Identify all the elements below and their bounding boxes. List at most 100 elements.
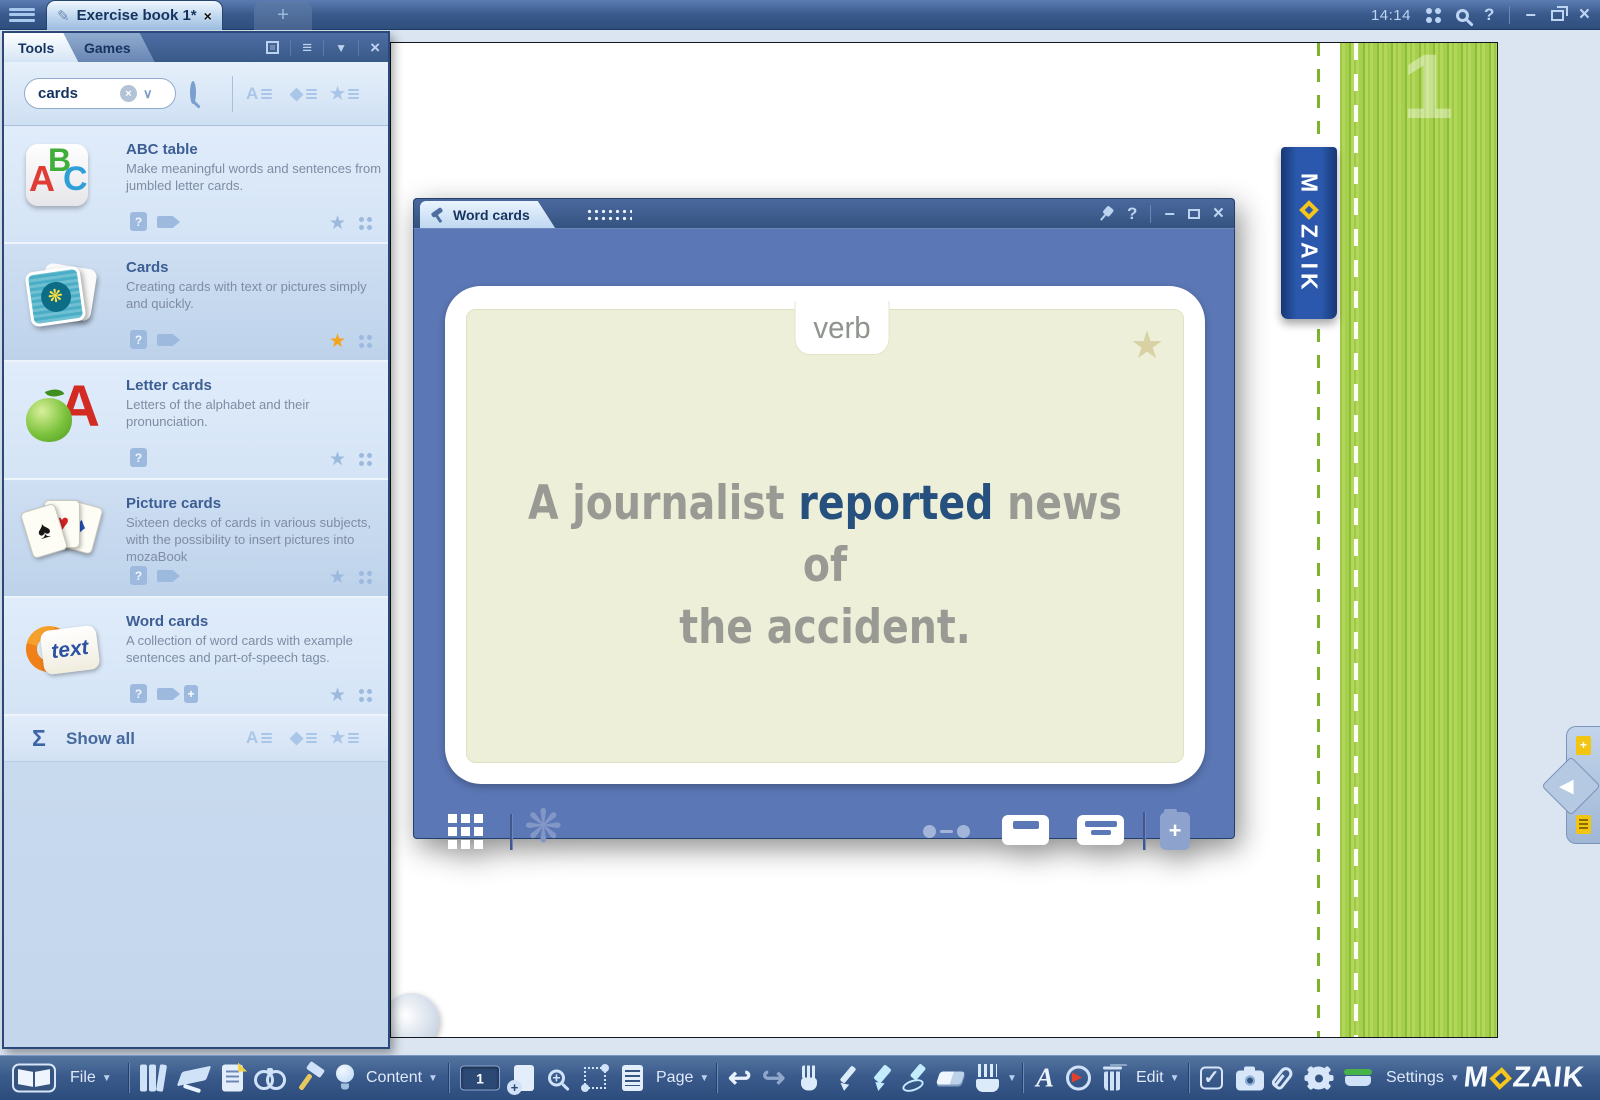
settings-menu[interactable]: Settings▼ — [1386, 1069, 1460, 1087]
tool-item-abc-table[interactable]: ABC ABC table Make meaningful words and … — [4, 126, 388, 244]
page-number-input[interactable]: 1 — [460, 1066, 500, 1091]
panel-close-icon[interactable]: × — [370, 38, 380, 58]
record-icon[interactable] — [1066, 1066, 1091, 1091]
open-panel-arrow-icon[interactable]: ◀ — [1559, 775, 1574, 798]
pin-icon[interactable] — [1095, 203, 1118, 226]
tool-grid-icon[interactable] — [359, 335, 372, 348]
tool-grid-icon[interactable] — [359, 453, 372, 466]
education-cap-icon[interactable] — [178, 1065, 212, 1092]
add-page-icon[interactable] — [514, 1065, 534, 1091]
binoculars-search-icon[interactable] — [254, 1068, 286, 1088]
edit-menu[interactable]: Edit▼ — [1136, 1069, 1179, 1087]
apps-grid-icon[interactable] — [1426, 8, 1441, 23]
card-grid-view-icon[interactable] — [448, 814, 483, 849]
paperclip-attachment-icon[interactable] — [1276, 1066, 1289, 1090]
clear-search-icon[interactable]: × — [120, 85, 137, 102]
camera-snapshot-icon[interactable] — [1236, 1066, 1264, 1091]
tool-video-icon[interactable] — [157, 334, 174, 346]
tool-grid-icon[interactable] — [359, 571, 372, 584]
tool-item-cards[interactable]: ❋ Cards Creating cards with text or pict… — [4, 244, 388, 362]
undo-icon[interactable]: ↩ — [728, 1064, 751, 1092]
favorite-star-icon[interactable]: ★ — [329, 214, 346, 233]
tool-help-icon[interactable]: ? — [130, 684, 147, 703]
tool-help-icon[interactable]: ? — [130, 330, 147, 349]
dialog-title-bar[interactable]: Word cards ? − × — [413, 198, 1235, 228]
double-sided-card-button[interactable] — [1077, 815, 1124, 845]
tool-item-letter-cards[interactable]: A Letter cards Letters of the alphabet a… — [4, 362, 388, 480]
highlighter-tool-icon[interactable] — [868, 1065, 894, 1091]
tool-video-icon[interactable] — [157, 570, 174, 582]
page-curl[interactable] — [390, 993, 439, 1038]
add-page-icon[interactable]: + — [1576, 736, 1591, 755]
add-card-button[interactable]: + — [1160, 812, 1190, 850]
card-favorite-star-icon[interactable]: ★ — [1130, 323, 1164, 368]
tool-video-icon[interactable] — [157, 688, 174, 700]
search-input[interactable] — [38, 85, 114, 102]
page-menu[interactable]: Page▼ — [656, 1069, 709, 1087]
page-list-icon[interactable] — [1576, 815, 1591, 834]
tool-grid-icon[interactable] — [359, 689, 372, 702]
favorite-star-icon[interactable]: ★ — [329, 450, 346, 469]
dialog-close-button[interactable]: × — [1213, 203, 1224, 225]
card-back-ornament-icon[interactable]: ❋ — [524, 803, 563, 849]
tool-help-icon[interactable]: ? — [130, 448, 147, 467]
redo-icon[interactable]: ↪ — [762, 1064, 785, 1092]
dialog-minimize-button[interactable]: − — [1164, 204, 1175, 225]
tool-grid-icon[interactable] — [359, 217, 372, 230]
new-tab-button[interactable]: + — [254, 1, 312, 30]
search-button[interactable] — [190, 84, 196, 102]
minimize-button[interactable]: − — [1525, 5, 1536, 26]
tool-item-word-cards[interactable]: text Word cards A collection of word car… — [4, 598, 388, 716]
side-panel-handle[interactable]: + ◀ — [1566, 726, 1600, 844]
tool-video-icon[interactable] — [157, 216, 174, 228]
sort-favorites-icon[interactable]: ★ — [330, 84, 359, 104]
panel-list-view-icon[interactable]: ≡ — [302, 38, 312, 58]
sort-alphabetical-icon[interactable]: A — [246, 728, 272, 748]
favorite-star-icon-active[interactable]: ★ — [329, 332, 346, 351]
notebook-icon[interactable] — [12, 1064, 56, 1093]
single-sided-card-button[interactable] — [1002, 815, 1049, 845]
hand-tool-icon[interactable] — [798, 1066, 820, 1091]
favorite-star-icon[interactable]: ★ — [329, 568, 346, 587]
content-menu[interactable]: Content▼ — [366, 1069, 438, 1087]
help-icon[interactable]: ? — [1484, 5, 1494, 25]
hamburger-menu-icon[interactable] — [9, 5, 35, 25]
restore-window-button[interactable] — [1551, 10, 1564, 21]
trash-icon[interactable] — [1103, 1066, 1122, 1091]
page-list-icon[interactable] — [622, 1065, 643, 1091]
select-region-icon[interactable] — [584, 1067, 606, 1089]
shuffle-pair-icon[interactable] — [923, 825, 970, 838]
mozaik-ribbon-bookmark[interactable]: M ZAIK — [1281, 147, 1337, 319]
sort-alphabetical-icon[interactable]: A — [246, 84, 272, 104]
drag-handle-icon[interactable] — [586, 208, 632, 221]
text-tool-icon[interactable]: A — [1036, 1065, 1054, 1092]
global-search-icon[interactable] — [1456, 9, 1469, 22]
pen-holder-icon[interactable]: ▼ — [974, 1064, 1017, 1092]
tool-add-card-icon[interactable]: + — [184, 685, 198, 703]
check-task-icon[interactable]: ✓ — [1200, 1067, 1223, 1090]
pen-tool-icon[interactable] — [834, 1065, 860, 1091]
search-history-chevron-icon[interactable]: ∨ — [143, 86, 153, 102]
lightbulb-ideas-icon[interactable] — [336, 1065, 354, 1092]
tool-help-icon[interactable]: ? — [130, 212, 147, 231]
tray-export-icon[interactable] — [1344, 1069, 1372, 1087]
sort-favorites-icon[interactable]: ★ — [330, 728, 359, 748]
sort-category-icon[interactable]: ◆ — [290, 84, 317, 104]
dialog-title-tab[interactable]: Word cards — [420, 201, 556, 229]
dialog-help-icon[interactable]: ? — [1127, 204, 1137, 224]
file-menu[interactable]: File▼ — [70, 1069, 112, 1087]
dialog-maximize-button[interactable] — [1188, 209, 1200, 219]
close-app-button[interactable]: × — [1579, 4, 1590, 26]
panel-collapse-icon[interactable]: ▼ — [335, 41, 347, 55]
tool-help-icon[interactable]: ? — [130, 566, 147, 585]
sort-category-icon[interactable]: ◆ — [290, 728, 317, 748]
show-all-row[interactable]: Σ Show all A ◆ ★ — [4, 716, 388, 762]
document-icon[interactable] — [222, 1065, 243, 1092]
search-box[interactable]: × ∨ — [24, 78, 176, 109]
tool-item-picture-cards[interactable]: ♦ ♥ ♠ Picture cards Sixteen decks of car… — [4, 480, 388, 598]
zoom-icon[interactable]: + — [548, 1070, 565, 1087]
tab-close-icon[interactable]: × — [204, 8, 212, 24]
gear-settings-icon[interactable] — [1306, 1066, 1331, 1091]
favorite-star-icon[interactable]: ★ — [329, 686, 346, 705]
bookshelf-icon[interactable] — [140, 1065, 167, 1092]
